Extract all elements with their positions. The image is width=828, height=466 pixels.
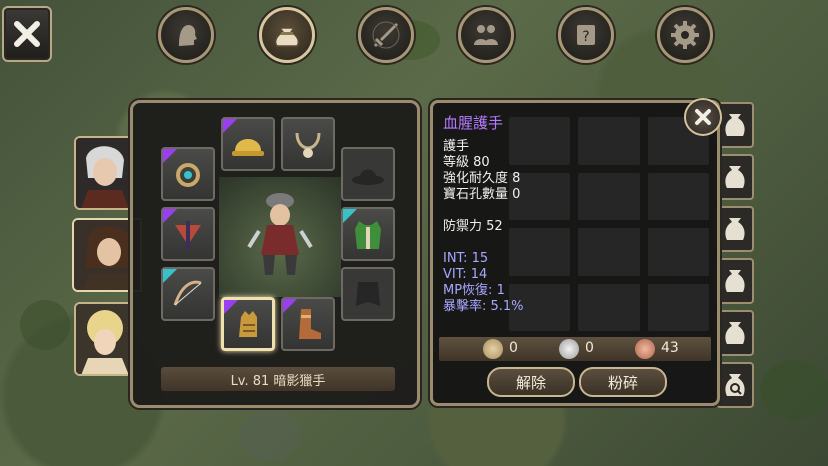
item-level: 等級 80 [443, 155, 490, 170]
bag-icon [725, 218, 745, 240]
equipment-panel: Lv. 81 暗影獵手 [130, 100, 420, 408]
blonde-character-portrait [76, 304, 130, 374]
cloak-placeholder-icon [356, 282, 380, 306]
selected-item-label: Lv. 81 暗影獵手 [161, 367, 395, 391]
quest-scroll-icon: ? [577, 25, 595, 45]
hat-placeholder-icon [352, 169, 384, 185]
tab-party[interactable] [458, 7, 514, 63]
slot-offhand[interactable] [161, 267, 215, 321]
tab-settings[interactable] [657, 7, 713, 63]
bag-icon [274, 27, 300, 47]
bush [20, 300, 70, 350]
copper-coin-icon [635, 339, 655, 359]
necklace-icon [295, 132, 321, 158]
slot-earring[interactable] [161, 147, 215, 201]
stat-int: INT: 15 [443, 251, 489, 266]
skill-sword-icon [372, 21, 400, 49]
copper-amount: 43 [661, 340, 679, 356]
bag-icon [725, 270, 745, 292]
stat-crit-rate: 暴擊率: 5.1% [443, 299, 524, 314]
slot-cloak-empty[interactable] [341, 267, 395, 321]
close-icon [695, 109, 711, 125]
item-gem-slots: 寶石孔數量 0 [443, 187, 521, 202]
tab-character[interactable] [158, 7, 214, 63]
rarity-epic-marker [163, 209, 177, 223]
tab-quests[interactable]: ? [558, 7, 614, 63]
character-portrait-3[interactable] [74, 302, 132, 376]
svg-text:?: ? [582, 29, 589, 45]
character-head-icon [179, 25, 197, 46]
character-avatar-preview [219, 177, 341, 297]
bag-icon [725, 166, 745, 188]
slot-armor[interactable] [341, 207, 395, 261]
rarity-rare-marker [163, 269, 177, 283]
character-sprite [247, 193, 313, 275]
character-portrait-1[interactable] [74, 136, 132, 210]
bag-search-slot[interactable] [716, 362, 754, 408]
bag-slot-5[interactable] [716, 310, 754, 356]
rarity-rare-marker [343, 209, 357, 223]
item-detail-panel: 血腥護手 護手 等級 80 強化耐久度 8 寶石孔數量 0 防禦力 52 INT… [430, 100, 720, 406]
rarity-epic-marker [224, 300, 238, 314]
silver-amount: 0 [585, 340, 594, 356]
shatter-button[interactable]: 粉碎 [579, 367, 667, 397]
tab-bag[interactable] [259, 7, 315, 63]
settings-gear-icon [671, 21, 699, 49]
currency-bar: 0 0 43 [439, 337, 711, 361]
stat-mp-recovery: MP恢復: 1 [443, 283, 505, 298]
bag-slot-1[interactable] [716, 102, 754, 148]
tab-skills[interactable] [358, 7, 414, 63]
party-icon [474, 25, 498, 45]
unequip-button[interactable]: 解除 [487, 367, 575, 397]
bag-slot-3[interactable] [716, 206, 754, 252]
bush [760, 360, 828, 420]
bag-slot-2[interactable] [716, 154, 754, 200]
search-bag-icon [725, 374, 745, 396]
slot-weapon[interactable] [161, 207, 215, 261]
stat-vit: VIT: 14 [443, 267, 488, 282]
close-button[interactable] [2, 6, 52, 62]
rarity-epic-marker [163, 149, 177, 163]
slot-hat-empty[interactable] [341, 147, 395, 201]
detail-close-button[interactable] [684, 98, 722, 136]
item-defense: 防禦力 52 [443, 219, 503, 234]
slot-necklace[interactable] [281, 117, 335, 171]
rarity-epic-marker [283, 299, 297, 313]
slot-boots[interactable] [281, 297, 335, 351]
slot-gloves[interactable] [221, 297, 275, 351]
gold-amount: 0 [509, 340, 518, 356]
bag-icon [725, 114, 745, 136]
rarity-epic-marker [223, 119, 237, 133]
bag-slot-4[interactable] [716, 258, 754, 304]
item-durability: 強化耐久度 8 [443, 171, 521, 186]
item-title: 血腥護手 [443, 114, 504, 132]
item-stats: 血腥護手 護手 等級 80 強化耐久度 8 寶石孔數量 0 防禦力 52 INT… [443, 115, 713, 315]
slot-helmet[interactable] [221, 117, 275, 171]
item-type: 護手 [443, 139, 470, 154]
bag-icon [725, 322, 745, 344]
close-icon [14, 21, 40, 47]
rock [240, 410, 300, 460]
silver-coin-icon [559, 339, 579, 359]
white-hair-character-portrait [76, 138, 130, 208]
gold-coin-icon [483, 339, 503, 359]
